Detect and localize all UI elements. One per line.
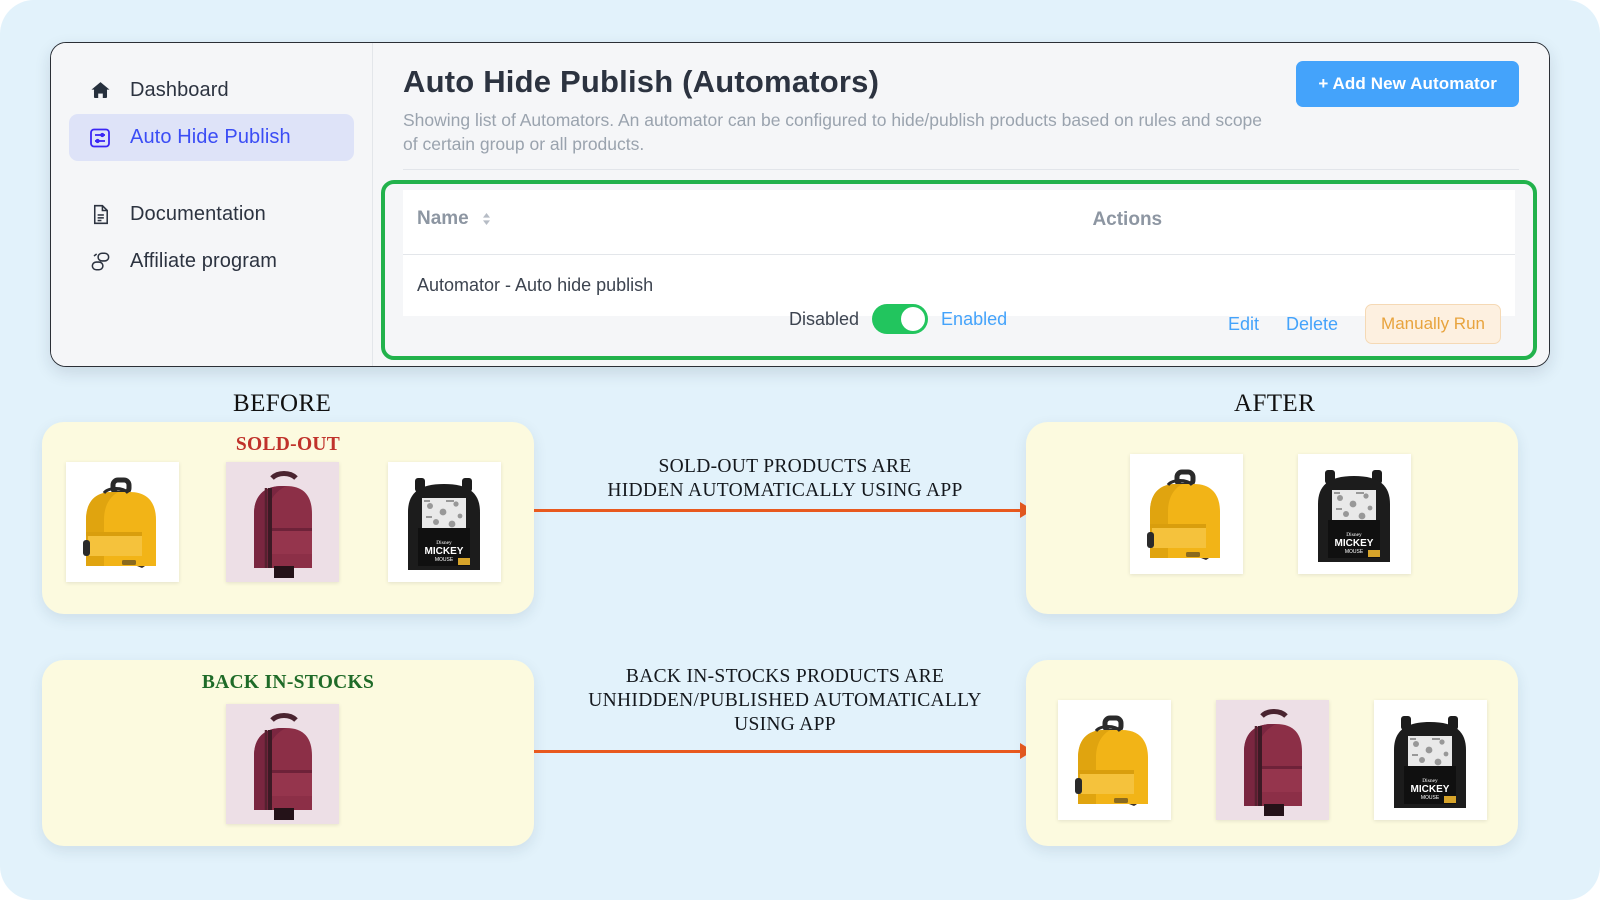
sidebar-item-label: Affiliate program	[130, 250, 277, 273]
column-header-actions-label: Actions	[1092, 209, 1162, 230]
add-new-automator-button[interactable]: + Add New Automator	[1296, 61, 1519, 107]
toggle-label-disabled: Disabled	[789, 309, 859, 330]
svg-text:MICKEY: MICKEY	[425, 546, 464, 557]
automators-table-highlight: Name Actions	[381, 180, 1537, 360]
link-icon	[88, 250, 112, 274]
sidebar-item-auto-hide-publish[interactable]: Auto Hide Publish	[69, 114, 354, 161]
sidebar-item-affiliate-program[interactable]: Affiliate program	[69, 238, 354, 285]
after-card-backinstock: Disney MICKEY MOUSE	[1026, 660, 1518, 846]
product-image-yellow-backpack	[1058, 700, 1171, 820]
arrow-line-soldout	[534, 509, 1024, 512]
product-image-yellow-backpack	[66, 462, 179, 582]
header-divider	[403, 169, 1519, 170]
delete-button[interactable]: Delete	[1286, 314, 1338, 335]
page-description: Showing list of Automators. An automator…	[403, 108, 1273, 156]
arrow-text-line-2: UNHIDDEN/PUBLISHED AUTOMATICALLY	[548, 689, 1022, 713]
sold-out-badge: SOLD-OUT	[42, 434, 534, 456]
sidebar-item-label: Dashboard	[130, 79, 229, 102]
svg-text:MOUSE: MOUSE	[1421, 795, 1440, 801]
home-icon	[88, 79, 112, 103]
sliders-icon	[88, 126, 112, 150]
svg-text:MICKEY: MICKEY	[1411, 784, 1450, 795]
page-root: Dashboard Auto Hide Publish	[0, 0, 1600, 900]
svg-text:MICKEY: MICKEY	[1335, 538, 1374, 549]
toggle-knob	[901, 307, 925, 331]
table-header-row: Name Actions	[403, 190, 1515, 255]
manually-run-button[interactable]: Manually Run	[1365, 304, 1501, 344]
sidebar-item-dashboard[interactable]: Dashboard	[69, 67, 354, 114]
main-panel: Auto Hide Publish (Automators) Showing l…	[373, 43, 1549, 366]
after-card-soldout: Disney MICKEY MOUSE	[1026, 422, 1518, 614]
before-card-soldout: SOLD-OUT	[42, 422, 534, 614]
product-image-maroon-backpack	[226, 462, 339, 582]
sidebar-item-documentation[interactable]: Documentation	[69, 191, 354, 238]
sidebar-item-label: Documentation	[130, 203, 266, 226]
document-icon	[88, 203, 112, 227]
product-image-maroon-backpack	[226, 704, 339, 824]
svg-text:MOUSE: MOUSE	[435, 557, 454, 563]
column-header-actions: Actions	[1092, 190, 1515, 255]
before-label: BEFORE	[233, 390, 331, 418]
arrow-text-line-1: SOLD-OUT PRODUCTS ARE	[548, 455, 1022, 479]
svg-text:MOUSE: MOUSE	[1345, 549, 1364, 555]
product-image-black-mickey-backpack: Disney MICKEY MOUSE	[1374, 700, 1487, 820]
product-image-yellow-backpack	[1130, 454, 1243, 574]
app-window: Dashboard Auto Hide Publish	[50, 42, 1550, 367]
arrow-text-line-1: BACK IN-STOCKS PRODUCTS ARE	[548, 665, 1022, 689]
arrow-text-backinstock: BACK IN-STOCKS PRODUCTS ARE UNHIDDEN/PUB…	[548, 665, 1022, 736]
enable-toggle[interactable]	[872, 304, 928, 334]
after-label: AFTER	[1234, 390, 1315, 418]
sidebar-item-label: Auto Hide Publish	[130, 126, 291, 149]
automators-table: Name Actions	[403, 190, 1515, 316]
arrow-text-line-3: USING APP	[548, 713, 1022, 737]
arrow-line-backinstock	[534, 750, 1024, 753]
enable-toggle-group: Disabled Enabled	[789, 304, 1007, 334]
sidebar: Dashboard Auto Hide Publish	[51, 43, 373, 366]
arrow-text-soldout: SOLD-OUT PRODUCTS ARE HIDDEN AUTOMATICAL…	[548, 455, 1022, 503]
arrow-text-line-2: HIDDEN AUTOMATICALLY USING APP	[548, 479, 1022, 503]
product-image-black-mickey-backpack: Disney MICKEY MOUSE	[1298, 454, 1411, 574]
table-header: Name Actions	[403, 190, 1515, 255]
product-image-black-mickey-backpack: Disney MICKEY MOUSE	[388, 462, 501, 582]
toggle-label-enabled: Enabled	[941, 309, 1007, 330]
column-header-name-label: Name	[417, 208, 469, 229]
sort-icon[interactable]	[481, 210, 492, 232]
column-header-name[interactable]: Name	[403, 190, 1092, 255]
back-in-stocks-badge: BACK IN-STOCKS	[42, 672, 534, 694]
product-image-maroon-backpack	[1216, 700, 1329, 820]
before-card-backinstock: BACK IN-STOCKS	[42, 660, 534, 846]
row-actions: Edit Delete Manually Run	[1228, 304, 1501, 344]
edit-button[interactable]: Edit	[1228, 314, 1259, 335]
